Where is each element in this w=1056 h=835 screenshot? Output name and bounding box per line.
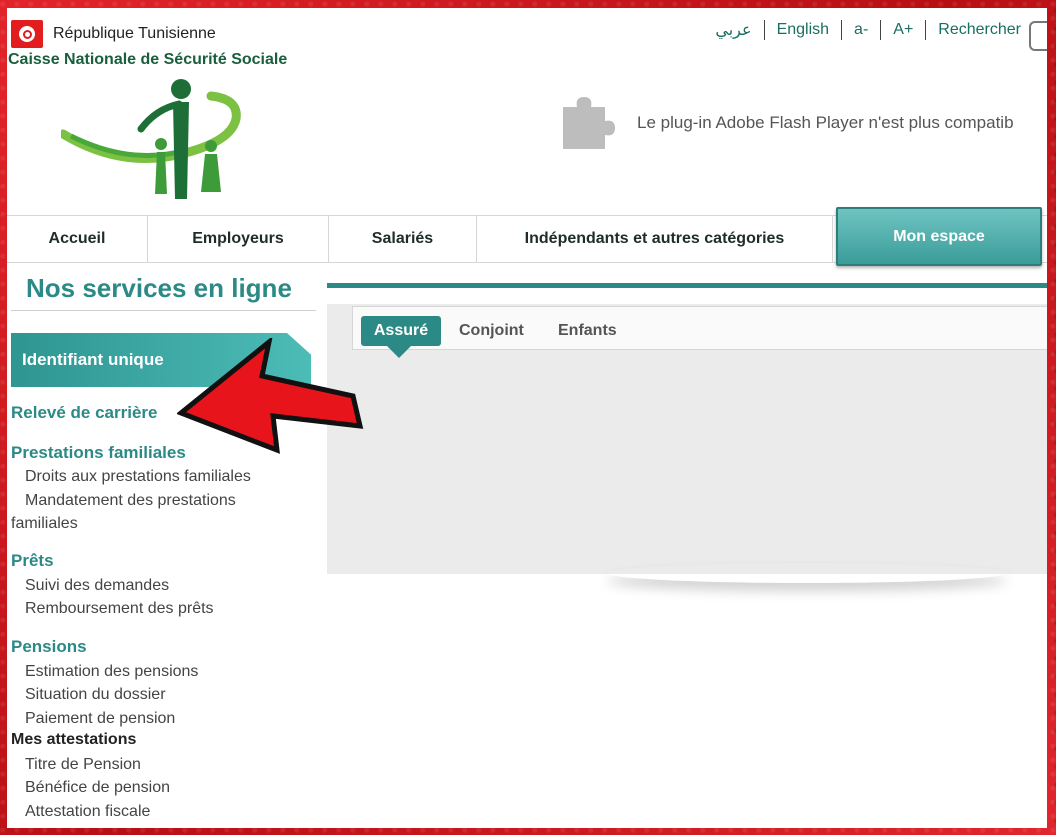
panel-top-bar — [327, 283, 1047, 288]
tabs-bar — [352, 306, 1047, 350]
nav-salaries[interactable]: Salariés — [329, 216, 477, 262]
link-separator — [925, 20, 927, 40]
font-decrease-link[interactable]: a- — [854, 21, 868, 39]
flash-plugin-notice: Le plug-in Adobe Flash Player n'est plus… — [557, 93, 1014, 153]
panel-shadow — [607, 563, 1007, 583]
tab-assure[interactable]: Assuré — [361, 316, 441, 346]
nav-accueil[interactable]: Accueil — [7, 216, 148, 262]
sidebar-link-droits[interactable]: Droits aux prestations familiales — [25, 465, 251, 488]
prets-heading[interactable]: Prêts — [11, 551, 54, 571]
nav-mon-espace[interactable]: Mon espace — [836, 207, 1042, 266]
sidebar-title: Nos services en ligne — [26, 273, 292, 303]
puzzle-icon — [563, 97, 615, 149]
search-input[interactable] — [1029, 21, 1047, 51]
link-separator — [841, 20, 843, 40]
link-separator — [880, 20, 882, 40]
cnss-logo-icon — [61, 79, 241, 199]
sidebar-link-titre[interactable]: Titre de Pension — [25, 753, 141, 776]
nav-independants[interactable]: Indépendants et autres catégories — [477, 216, 833, 262]
sidebar-link-paiement[interactable]: Paiement de pension — [25, 707, 175, 730]
link-separator — [763, 20, 765, 40]
plugin-message: Le plug-in Adobe Flash Player n'est plus… — [637, 113, 1014, 132]
sidebar-link-mandatement[interactable]: Mandatement des prestations familiales — [11, 489, 271, 535]
red-arrow-annotation-icon — [177, 338, 364, 454]
sidebar-divider — [11, 310, 316, 311]
link-arabic[interactable]: عربي — [715, 20, 751, 40]
sidebar-link-fiscale[interactable]: Attestation fiscale — [25, 800, 150, 823]
tab-enfants[interactable]: Enfants — [558, 316, 617, 346]
sidebar-link-suivi[interactable]: Suivi des demandes — [25, 574, 169, 597]
search-link[interactable]: Rechercher — [938, 21, 1021, 39]
top-links: عربي English a- A+ Rechercher — [715, 20, 1021, 40]
tunisia-flag-icon — [11, 20, 43, 48]
active-tab-pointer — [387, 346, 411, 358]
republic-label: République Tunisienne — [11, 20, 216, 48]
republic-text: République Tunisienne — [53, 25, 216, 42]
font-increase-link[interactable]: A+ — [893, 21, 913, 39]
prestations-heading[interactable]: Prestations familiales — [11, 443, 186, 463]
sidebar-link-estimation[interactable]: Estimation des pensions — [25, 660, 198, 683]
page: République Tunisienne Caisse Nationale d… — [7, 8, 1047, 828]
org-name: Caisse Nationale de Sécurité Sociale — [8, 51, 288, 68]
attestations-heading[interactable]: Mes attestations — [11, 731, 136, 749]
sidebar-link-situation[interactable]: Situation du dossier — [25, 683, 166, 706]
nav-employeurs[interactable]: Employeurs — [148, 216, 329, 262]
sidebar-link-benefice[interactable]: Bénéfice de pension — [25, 776, 170, 799]
tab-conjoint[interactable]: Conjoint — [459, 316, 524, 346]
sidebar-link-remboursement[interactable]: Remboursement des prêts — [25, 597, 214, 620]
releve-carriere-link[interactable]: Relevé de carrière — [11, 403, 158, 423]
link-english[interactable]: English — [777, 21, 829, 39]
pensions-heading[interactable]: Pensions — [11, 637, 87, 657]
